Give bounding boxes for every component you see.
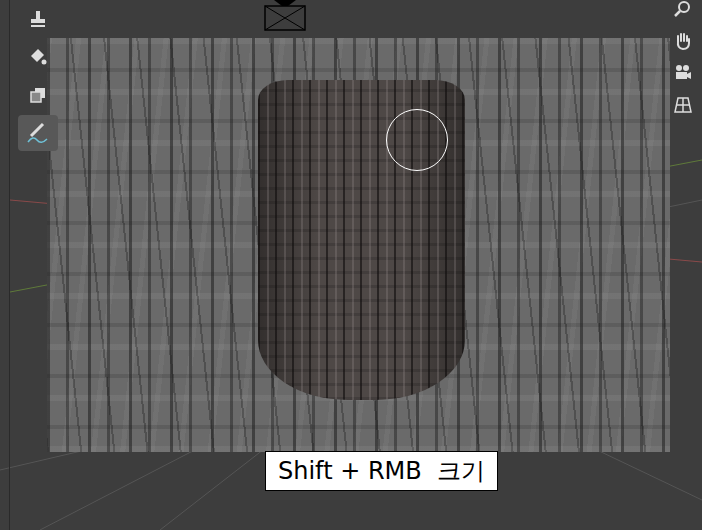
camera-view-icon[interactable] <box>670 60 696 86</box>
tool-button[interactable] <box>18 115 58 151</box>
viewport[interactable]: Shift + RMB 크기 <box>0 0 702 530</box>
trunk-mesh <box>258 80 465 400</box>
tool-button[interactable] <box>18 1 58 37</box>
stamp-icon <box>28 9 48 29</box>
tool-button[interactable] <box>18 39 58 75</box>
hand-icon[interactable] <box>670 28 696 54</box>
caption-text: Shift + RMB 크기 <box>278 457 485 485</box>
draw-pencil-icon <box>25 120 51 146</box>
region-edge <box>9 0 10 530</box>
clone-icon <box>28 85 48 105</box>
zoom-icon[interactable] <box>670 0 696 22</box>
camera-icon[interactable] <box>262 0 308 32</box>
brush-cursor <box>386 109 448 171</box>
tool-shelf <box>18 1 58 151</box>
grid-view-icon[interactable] <box>670 92 696 118</box>
fill-bucket-icon <box>28 47 48 67</box>
tool-button[interactable] <box>18 77 58 113</box>
navigation-gizmo <box>670 0 696 118</box>
shortcut-caption: Shift + RMB 크기 <box>265 451 498 491</box>
